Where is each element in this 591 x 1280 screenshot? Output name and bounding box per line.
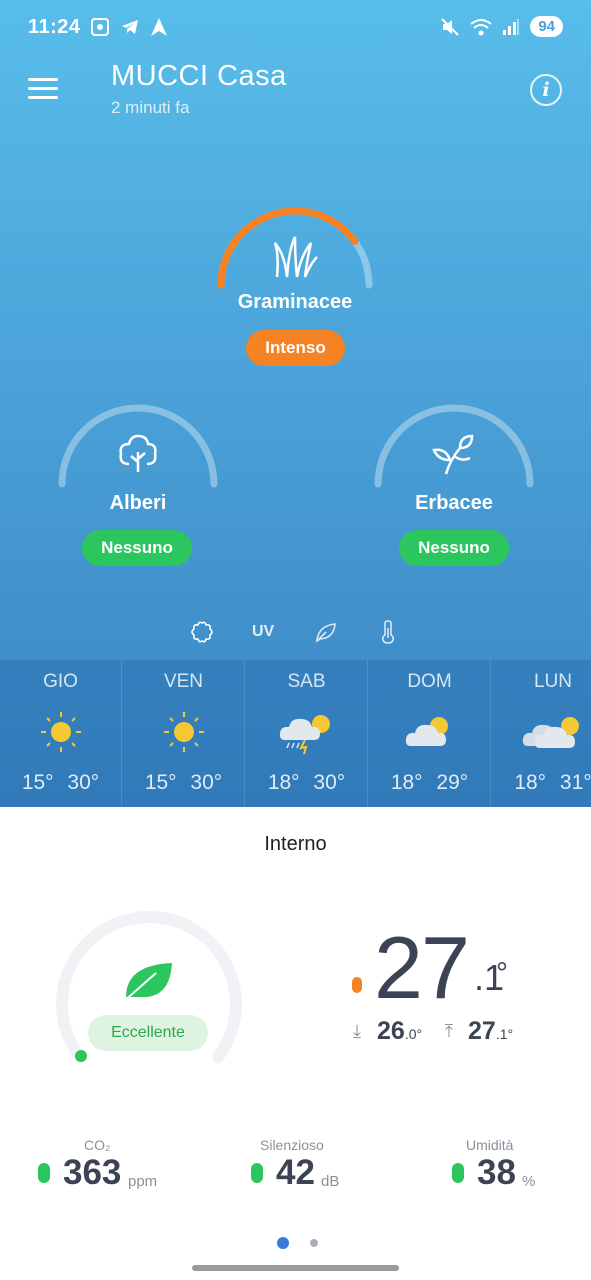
status-right-icons: 94 <box>440 16 563 37</box>
status-time: 11:24 <box>28 16 81 38</box>
metric-unit: ppm <box>128 1173 158 1190</box>
min-temperature: 26.0° <box>377 1017 423 1045</box>
forecast-day-name: DOM <box>407 671 452 692</box>
forecast-temps: 15° 30° <box>144 771 223 794</box>
page-indicator <box>277 1234 335 1252</box>
air-quality-gauge[interactable] <box>52 907 246 1077</box>
pollen-panel: 11:24 94 MUCCI Casa 2 minuti fa i Gramin… <box>0 0 591 807</box>
metric-value: 38 <box>477 1153 516 1192</box>
pager-dot[interactable] <box>310 1238 319 1247</box>
wifi-icon <box>470 18 492 35</box>
gauge-label: Erbacee <box>415 492 493 514</box>
forecast-day-name: SAB <box>287 671 326 692</box>
metric-value: 42 <box>276 1153 315 1192</box>
thermometer-tab-icon[interactable] <box>380 620 396 644</box>
signal-icon <box>503 18 520 35</box>
metric-value: 363 <box>63 1153 122 1192</box>
metric-label: Umidità <box>466 1137 514 1153</box>
page-title: MUCCI Casa <box>111 60 287 92</box>
battery-badge: 94 <box>530 16 563 37</box>
air-quality-badge: Eccellente <box>88 1015 208 1051</box>
leaf-tab-icon[interactable] <box>314 620 338 644</box>
forecast-day[interactable]: SAB 18° 30° <box>246 660 368 807</box>
status-left-icons <box>90 17 168 37</box>
mute-icon <box>441 17 460 36</box>
forecast-temps: 15° 30° <box>21 771 100 794</box>
sun-icon <box>41 712 81 752</box>
forecast-day[interactable]: LUN 18° 31° <box>492 660 591 807</box>
pager-dot-active[interactable] <box>277 1236 289 1249</box>
metric-label: CO₂ <box>84 1137 111 1153</box>
forecast-day-name: LUN <box>533 671 572 692</box>
section-title: Interno <box>264 833 327 855</box>
forecast-tabs: UV <box>0 620 591 650</box>
pollen-tab-icon[interactable] <box>190 620 214 644</box>
gauge-label: Alberi <box>109 492 167 514</box>
forecast-temps: 18° 30° <box>267 771 346 794</box>
grass-icon <box>273 236 318 278</box>
metric-unit: % <box>522 1173 536 1190</box>
info-icon[interactable]: i <box>530 74 562 106</box>
forecast-day[interactable]: DOM 18° 29° <box>369 660 491 807</box>
indoor-panel: Interno Eccellente 27 .1 ° ⤓ 26.0° ⤒ 27.… <box>0 807 591 1280</box>
telegram-icon <box>122 20 138 34</box>
max-temperature: 27.1° <box>468 1017 514 1045</box>
forecast-temps: 18° 29° <box>390 771 469 794</box>
navigation-icon <box>151 18 167 36</box>
last-updated: 2 minuti fa <box>111 98 190 117</box>
partly-cloudy-icon <box>522 717 579 748</box>
forecast-temps: 18° 31° <box>514 771 591 794</box>
screenshot-icon <box>91 18 109 36</box>
partly-cloudy-icon <box>405 717 448 746</box>
metric-label: Silenzioso <box>260 1137 324 1153</box>
level-badge-graminacee: Intenso <box>246 330 345 366</box>
uv-tab[interactable]: UV <box>252 623 274 641</box>
metric-status-bar <box>251 1163 263 1183</box>
level-badge-erbacee: Nessuno <box>399 530 509 566</box>
forecast-day-name: VEN <box>163 671 204 692</box>
current-temperature: 27 <box>374 918 470 1017</box>
min-arrow-icon: ⤓ <box>353 1021 361 1041</box>
gauge-label: Graminacee <box>237 291 353 313</box>
degree-symbol: ° <box>496 957 508 990</box>
temperature-indicator <box>352 977 362 993</box>
metric-status-bar <box>38 1163 50 1183</box>
forecast-day[interactable]: GIO 15° 30° <box>0 660 122 807</box>
max-arrow-icon: ⤒ <box>445 1021 453 1041</box>
forecast-strip[interactable]: GIO 15° 30° VEN 15° 30° SAB 18° 30° DOM … <box>0 660 591 807</box>
gauge-alberi[interactable]: Alberi <box>48 396 228 516</box>
forecast-day-name: GIO <box>43 671 78 692</box>
home-indicator[interactable] <box>192 1265 399 1271</box>
status-bar: 11:24 94 <box>0 0 591 56</box>
menu-icon[interactable] <box>28 78 58 100</box>
metric-status-bar <box>452 1163 464 1183</box>
metric-unit: dB <box>321 1173 340 1190</box>
tree-icon <box>119 434 157 472</box>
sun-icon <box>164 712 204 752</box>
gauge-erbacee[interactable]: Erbacee <box>364 396 544 516</box>
storm-icon <box>279 715 330 754</box>
forecast-day[interactable]: VEN 15° 30° <box>123 660 245 807</box>
level-badge-alberi: Nessuno <box>82 530 192 566</box>
sprout-icon <box>432 434 474 475</box>
